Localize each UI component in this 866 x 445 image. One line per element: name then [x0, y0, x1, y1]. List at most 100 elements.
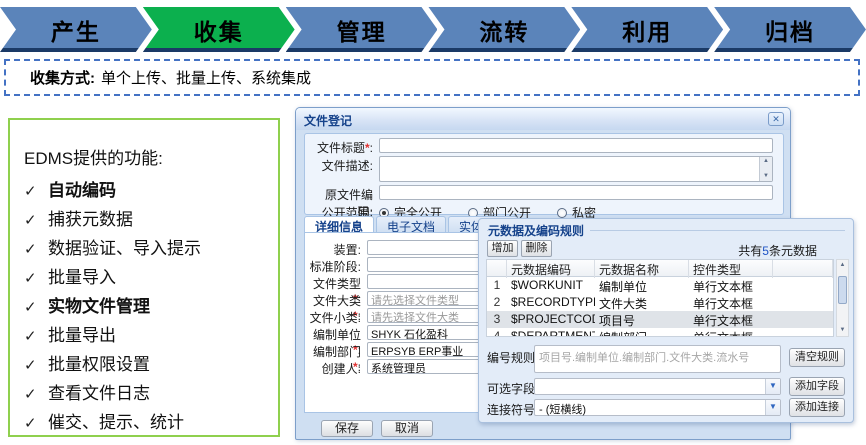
table-scrollbar[interactable]: ▲ ▼	[836, 259, 849, 337]
dialog-top-section: 文件标题*:文件描述:▲▼原文件编码:公开范围:完全公开部门公开私密	[304, 133, 784, 215]
feature-item: ✓批量导入	[24, 263, 274, 292]
metadata-name: 编制单位	[595, 277, 689, 294]
tab-1[interactable]: 详细信息	[304, 216, 374, 233]
cancel-button[interactable]: 取消	[381, 420, 433, 437]
metadata-name: 项目号	[595, 311, 689, 328]
field-label-text: 文件类型	[313, 277, 361, 291]
grid-header-cell: 元数据名称	[595, 260, 689, 278]
add-metadata-button[interactable]: 增加	[487, 240, 518, 257]
feature-text: 批量权限设置	[48, 350, 150, 375]
feature-text: 自动编码	[48, 176, 116, 201]
blank-cell	[773, 277, 833, 294]
add-field-button[interactable]: 添加字段	[789, 377, 845, 396]
field-label-text: 标准阶段	[310, 260, 358, 274]
scrollbar-thumb[interactable]	[838, 276, 847, 304]
field-row: 原文件编码:	[311, 185, 777, 202]
add-connector-button[interactable]: 添加连接	[789, 398, 845, 417]
control-type: 单行文本框	[689, 311, 773, 328]
process-step-3: 管理	[286, 7, 438, 52]
metadata-code: $PROJECTCODE	[507, 311, 595, 328]
field-label-text: 编制单位	[313, 328, 361, 342]
close-icon[interactable]: ✕	[768, 112, 784, 126]
field-label-colon: :	[358, 260, 361, 274]
feature-item: ✓查看文件日志	[24, 379, 274, 408]
grid-header-blank	[773, 260, 833, 278]
field-label-colon: :	[358, 243, 361, 257]
collect-method-box: 收集方式: 单个上传、批量上传、系统集成	[4, 59, 860, 96]
field-label-text: 文件描述	[322, 159, 370, 173]
field-label: 创建人:	[305, 358, 361, 377]
check-icon: ✓	[24, 385, 48, 403]
feature-item: ✓实物文件管理	[24, 292, 274, 321]
radio-icon[interactable]	[557, 208, 567, 218]
check-icon: ✓	[24, 240, 48, 258]
text-input[interactable]	[379, 185, 773, 200]
clear-rule-button[interactable]: 清空规则	[789, 348, 845, 367]
grid-header-num	[487, 260, 507, 278]
slide-root: 产生收集管理流转利用归档 收集方式: 单个上传、批量上传、系统集成 EDMS提供…	[0, 0, 866, 445]
metadata-table-body: 1$WORKUNIT编制单位单行文本框2$RECORDTYPE文件大类单行文本框…	[487, 277, 833, 337]
count-value: 5	[762, 244, 769, 258]
feature-text: 实物文件管理	[48, 292, 150, 317]
feature-text: 催交、提示、统计	[48, 408, 184, 433]
chevron-down-icon[interactable]: ▼	[765, 400, 780, 415]
feature-text: 数据验证、导入提示	[48, 234, 201, 259]
field-control	[379, 185, 773, 201]
feature-item: ✓捕获元数据	[24, 205, 274, 234]
process-step-4: 流转	[428, 7, 580, 52]
feature-item: ✓批量导出	[24, 321, 274, 350]
scroll-up-icon[interactable]: ▲	[837, 260, 848, 271]
description-textarea[interactable]	[379, 156, 773, 182]
metadata-row[interactable]: 4$DEPARTMENT编制部门单行文本框	[487, 328, 833, 337]
connector-value: - (短横线)	[539, 404, 586, 416]
metadata-table-header: 元数据编码元数据名称控件类型	[487, 260, 833, 277]
collect-method-label: 收集方式:	[30, 67, 95, 88]
tab-2[interactable]: 电子文档	[376, 216, 446, 233]
metadata-rules-panel: 元数据及编码规则 增加 删除 共有5条元数据 元数据编码元数据名称控件类型 1$…	[478, 218, 854, 423]
metadata-name: 编制部门	[595, 328, 689, 337]
row-number: 3	[487, 311, 507, 328]
features-list: ✓自动编码✓捕获元数据✓数据验证、导入提示✓批量导入✓实物文件管理✓批量导出✓批…	[24, 176, 274, 437]
process-step-2: 收集	[143, 7, 295, 52]
scroll-up-icon[interactable]: ▲	[760, 157, 772, 166]
scroll-down-icon[interactable]: ▼	[760, 172, 772, 181]
field-label-colon: :	[370, 159, 373, 173]
textarea-scrollbar[interactable]: ▲▼	[759, 157, 772, 181]
delete-metadata-button[interactable]: 删除	[521, 240, 552, 257]
process-banner: 产生收集 管理 流转 利用 归档	[0, 7, 866, 52]
metadata-row[interactable]: 2$RECORDTYPE文件大类单行文本框	[487, 294, 833, 311]
blank-cell	[773, 328, 833, 337]
chevron-down-icon[interactable]: ▼	[765, 379, 780, 394]
metadata-count: 共有5条元数据	[738, 242, 817, 259]
blank-cell	[773, 311, 833, 328]
process-step-label: 归档	[765, 13, 815, 47]
process-step-label: 流转	[479, 13, 529, 47]
save-button[interactable]: 保存	[321, 420, 373, 437]
connector-select[interactable]: - (短横线) ▼	[534, 399, 781, 416]
count-suffix: 条元数据	[769, 244, 817, 258]
metadata-name: 文件大类	[595, 294, 689, 311]
field-label-text: 文件大类	[313, 294, 361, 308]
control-type: 单行文本框	[689, 328, 773, 337]
panel-title: 元数据及编码规则	[488, 222, 590, 239]
feature-item: ✓自动编码	[24, 176, 274, 205]
field-control	[379, 138, 773, 154]
dialog-titlebar[interactable]: 文件登记 ✕	[296, 108, 790, 130]
field-label-colon: :	[370, 141, 373, 155]
field-label-colon: :	[358, 362, 361, 376]
feature-item: ✓催交、提示、统计	[24, 408, 274, 437]
field-label: 文件标题*:	[311, 138, 373, 156]
process-step-label: 管理	[337, 13, 387, 47]
process-step-6: 归档	[714, 7, 866, 52]
process-step-label: 利用	[622, 13, 672, 47]
field-row: 文件标题*:	[311, 138, 777, 155]
field-row: 文件描述:▲▼	[311, 156, 777, 184]
text-input[interactable]	[379, 138, 773, 153]
rule-input[interactable]: 项目号.编制单位.编制部门.文件大类.流水号	[534, 345, 781, 373]
process-step-1: 产生	[0, 7, 152, 52]
feature-text: 捕获元数据	[48, 205, 133, 230]
optional-field-select[interactable]: ▼	[534, 378, 781, 395]
scroll-down-icon[interactable]: ▼	[837, 325, 848, 336]
metadata-row[interactable]: 1$WORKUNIT编制单位单行文本框	[487, 277, 833, 294]
metadata-row[interactable]: 3$PROJECTCODE项目号单行文本框	[487, 311, 833, 328]
